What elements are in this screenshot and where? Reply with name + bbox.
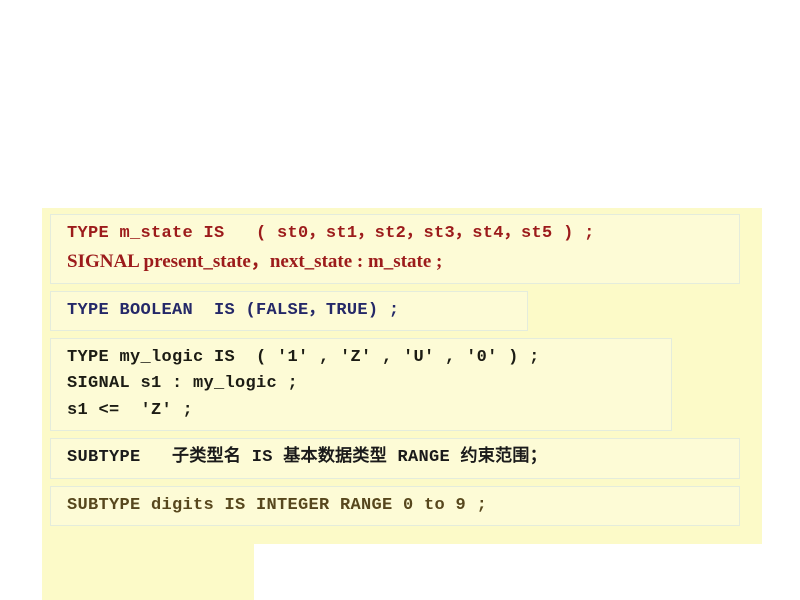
slide-content-panel: TYPE m_state IS ( st0，st1，st2，st3，st4，st…	[42, 208, 762, 544]
code-line: TYPE my_logic IS ( '1' , 'Z' , 'U' , '0'…	[67, 348, 540, 368]
code-line: TYPE m_state IS ( st0，st1，st2，st3，st4，st…	[67, 224, 595, 243]
code-block-boolean-type: TYPE BOOLEAN IS (FALSE，TRUE) ;	[50, 290, 528, 332]
code-line: s1 <= 'Z' ;	[67, 400, 194, 420]
code-block-subtype-example: SUBTYPE digits IS INTEGER RANGE 0 to 9 ;	[50, 485, 740, 526]
code-line: SUBTYPE 子类型名 IS 基本数据类型 RANGE 约束范围；	[67, 448, 548, 468]
code-line: SIGNAL present_state，next_state : m_stat…	[67, 251, 443, 273]
code-line: SIGNAL s1 : my_logic ;	[67, 374, 299, 394]
code-block-subtype-syntax: SUBTYPE 子类型名 IS 基本数据类型 RANGE 约束范围；	[50, 438, 740, 479]
code-block-my-logic-type: TYPE my_logic IS ( '1' , 'Z' , 'U' , '0'…	[50, 338, 672, 432]
code-line: TYPE BOOLEAN IS (FALSE，TRUE) ;	[67, 300, 400, 320]
code-line: SUBTYPE digits IS INTEGER RANGE 0 to 9 ;	[67, 495, 488, 515]
code-block-enumerated-type: TYPE m_state IS ( st0，st1，st2，st3，st4，st…	[50, 214, 740, 284]
